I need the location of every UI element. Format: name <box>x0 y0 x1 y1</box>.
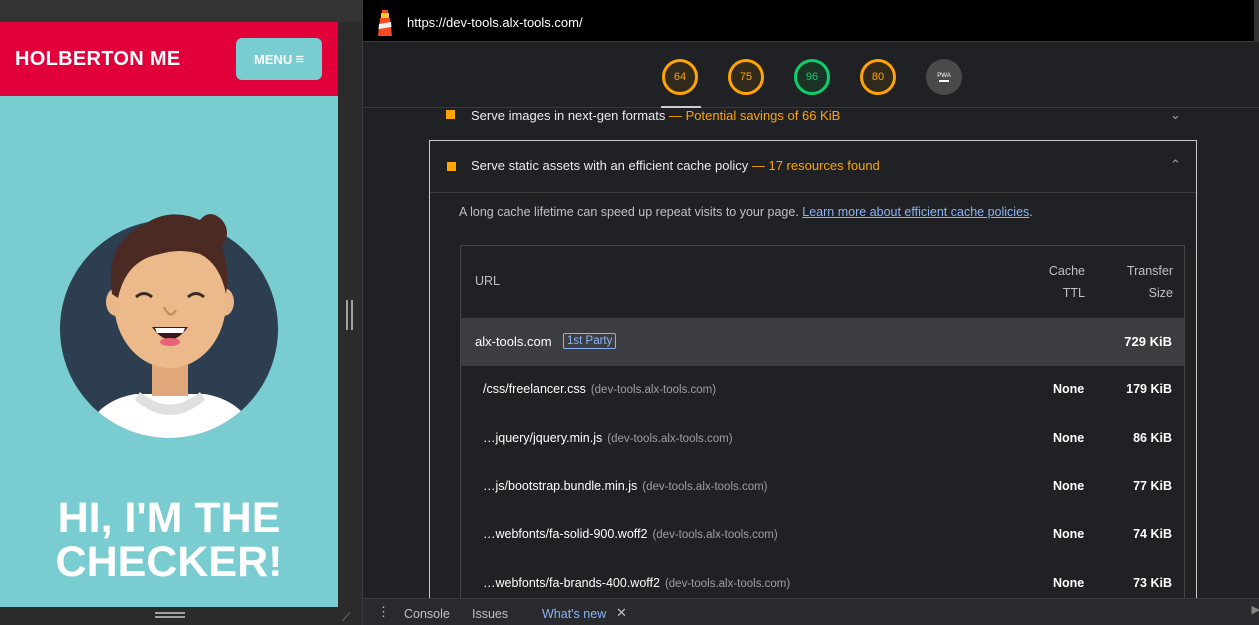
transfer-size-value: 86 KiB <box>1133 431 1172 445</box>
audit-description: A long cache lifetime can speed up repea… <box>459 205 1033 219</box>
description-period: . <box>1029 205 1033 219</box>
audit-title: Serve static assets with an efficient ca… <box>471 158 880 173</box>
more-tools-icon[interactable]: ⋮ <box>377 605 390 618</box>
audited-url[interactable]: https://dev-tools.alx-tools.com/ <box>407 15 583 30</box>
menu-button[interactable]: MENU ≡ <box>236 38 322 80</box>
devtools-panel: https://dev-tools.alx-tools.com/ 64 75 9… <box>362 0 1259 625</box>
resources-table: URL Cache TTL Transfer Size alx-tools.co… <box>460 245 1185 615</box>
scrollbar[interactable] <box>1254 0 1259 42</box>
tab-whats-new[interactable]: What's new <box>542 607 606 621</box>
audit-title: Serve images in next-gen formats — Poten… <box>471 108 840 123</box>
warning-square-icon <box>447 162 456 171</box>
lighthouse-icon <box>378 10 392 36</box>
site-navbar: HOLBERTON ME MENU ≡ <box>0 22 338 96</box>
transfer-size-value: 74 KiB <box>1133 527 1172 541</box>
audit-title-text: Serve static assets with an efficient ca… <box>471 158 749 173</box>
audit-separator: — <box>751 158 765 173</box>
hamburger-icon: ≡ <box>295 50 305 68</box>
audit-display-value: Potential savings of 66 KiB <box>685 108 841 123</box>
table-group-row: alx-tools.com 1st Party 729 KiB <box>461 318 1184 366</box>
cache-ttl-value: None <box>1053 382 1085 396</box>
viewport-width-resize-handle[interactable] <box>346 300 354 330</box>
gauge-pwa[interactable]: PWA <box>926 59 962 95</box>
avatar-illustration <box>60 214 278 438</box>
cache-ttl-value: None <box>1053 527 1085 541</box>
group-size: 729 KiB <box>1124 334 1172 349</box>
audit-next-gen-formats[interactable]: Serve images in next-gen formats — Poten… <box>429 108 1197 130</box>
tab-console[interactable]: Console <box>404 607 450 621</box>
transfer-size-value: 77 KiB <box>1133 479 1172 493</box>
transfer-size-value: 179 KiB <box>1126 382 1172 396</box>
close-icon[interactable]: ✕ <box>616 605 627 621</box>
table-row: …jquery/jquery.min.js (dev-tools.alx-tool… <box>461 415 1184 463</box>
resource-url[interactable]: /css/freelancer.css (dev-tools.alx-tools.… <box>483 382 716 396</box>
resource-url[interactable]: …webfonts/fa-solid-900.woff2 (dev-tools.a… <box>483 527 778 541</box>
audit-header[interactable]: Serve static assets with an efficient ca… <box>430 141 1196 193</box>
warning-square-icon <box>446 110 455 119</box>
audit-cache-policy: Serve static assets with an efficient ca… <box>429 140 1197 615</box>
column-header-transfer-size: Transfer Size <box>1111 260 1173 304</box>
pwa-dash-icon <box>939 79 949 82</box>
cache-ttl-value: None <box>1053 576 1085 590</box>
gauge-best-practices[interactable]: 96 <box>794 59 830 95</box>
transfer-size-line2: Size <box>1148 286 1173 300</box>
table-row: /css/freelancer.css (dev-tools.alx-tools.… <box>461 366 1184 414</box>
audit-separator: — <box>669 108 682 123</box>
cache-ttl-line1: Cache <box>1048 264 1085 278</box>
device-emulation-pane: HOLBERTON ME MENU ≡ HI, I'M THE CHECKER!… <box>0 0 362 625</box>
resource-url[interactable]: …jquery/jquery.min.js (dev-tools.alx-tool… <box>483 431 733 445</box>
viewport-corner-resize-handle[interactable]: ⟋ <box>342 610 350 625</box>
gauge-seo[interactable]: 80 <box>860 59 896 95</box>
hero-line-1: HI, I'M THE <box>57 494 281 542</box>
device-toolbar <box>0 0 362 22</box>
gauge-accessibility-value: 75 <box>739 71 753 83</box>
gauge-performance-value: 64 <box>673 71 687 83</box>
gauge-seo-value: 80 <box>871 71 885 83</box>
resource-url[interactable]: …webfonts/fa-brands-400.woff2 (dev-tools.… <box>483 576 790 590</box>
hero-title: HI, I'M THE CHECKER! <box>0 496 338 584</box>
tab-issues[interactable]: Issues <box>472 607 508 621</box>
hero-line-2: CHECKER! <box>55 538 283 586</box>
cache-ttl-value: None <box>1053 479 1085 493</box>
chevron-up-icon[interactable]: ⌃ <box>1170 157 1181 173</box>
gauge-accessibility[interactable]: 75 <box>728 59 764 95</box>
column-header-url: URL <box>475 274 501 288</box>
audit-title-text: Serve images in next-gen formats <box>471 108 666 123</box>
page-viewport: HOLBERTON ME MENU ≡ HI, I'M THE CHECKER! <box>0 22 338 607</box>
menu-button-label: MENU <box>253 51 293 67</box>
score-gauges-row: 64 75 96 80 PWA <box>363 42 1259 108</box>
gauge-best-practices-value: 96 <box>805 71 819 83</box>
scroll-right-icon[interactable]: ▶ <box>1252 603 1259 616</box>
pwa-label: PWA <box>937 72 951 79</box>
transfer-size-value: 73 KiB <box>1133 576 1172 590</box>
audit-description-text: A long cache lifetime can speed up repea… <box>459 205 799 219</box>
table-row: …webfonts/fa-solid-900.woff2 (dev-tools.a… <box>461 511 1184 559</box>
drawer-tab-bar: ⋮ Console Issues What's new ✕ ▶ <box>363 598 1259 625</box>
table-header: URL Cache TTL Transfer Size <box>461 246 1184 318</box>
transfer-size-line1: Transfer <box>1126 264 1173 278</box>
column-header-cache-ttl: Cache TTL <box>1047 260 1085 304</box>
first-party-badge: 1st Party <box>563 333 617 349</box>
lighthouse-url-bar: https://dev-tools.alx-tools.com/ <box>363 0 1259 42</box>
audit-display-value: 17 resources found <box>768 158 880 173</box>
site-brand[interactable]: HOLBERTON ME <box>15 48 180 71</box>
group-entity: alx-tools.com <box>475 334 552 349</box>
chevron-down-icon[interactable]: ⌄ <box>1170 108 1181 123</box>
resource-url[interactable]: …js/bootstrap.bundle.min.js (dev-tools.al… <box>483 479 768 493</box>
viewport-height-resize-handle[interactable] <box>155 612 185 620</box>
cache-ttl-value: None <box>1053 431 1085 445</box>
learn-more-link[interactable]: Learn more about efficient cache policie… <box>802 205 1029 219</box>
gauge-performance[interactable]: 64 <box>662 59 698 95</box>
table-row: …js/bootstrap.bundle.min.js (dev-tools.al… <box>461 463 1184 511</box>
cache-ttl-line2: TTL <box>1062 286 1085 300</box>
